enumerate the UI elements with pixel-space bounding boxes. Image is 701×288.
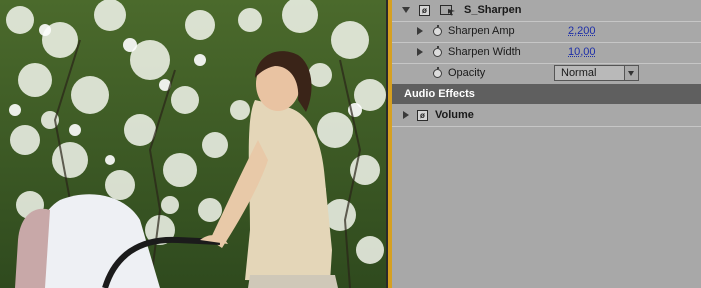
param-label: Sharpen Width <box>448 46 521 58</box>
param-value-sharpen-amp[interactable]: 2,200 <box>568 25 596 37</box>
section-title: Audio Effects <box>404 88 475 100</box>
expand-triangle-icon[interactable] <box>417 48 423 56</box>
collapse-triangle-icon[interactable] <box>402 7 410 13</box>
param-value-sharpen-width[interactable]: 10,00 <box>568 46 596 58</box>
param-label: Opacity <box>448 67 486 79</box>
video-frame <box>0 0 386 288</box>
dropdown-selected-value: Normal <box>561 67 597 79</box>
stopwatch-icon[interactable] <box>433 67 442 78</box>
param-row-opacity: Opacity <box>392 63 701 84</box>
effect-controls-panel: ø S_Sharpen Sharpen Amp 2,200 Sharpen Wi… <box>392 0 701 288</box>
param-row-sharpen-width: Sharpen Width 10,00 <box>392 42 701 64</box>
stopwatch-icon[interactable] <box>433 46 442 57</box>
effect-plugin-icon <box>440 5 455 16</box>
param-row-sharpen-amp: Sharpen Amp 2,200 <box>392 21 701 43</box>
chevron-down-icon[interactable] <box>624 66 638 80</box>
program-monitor <box>0 0 386 288</box>
expand-triangle-icon[interactable] <box>417 27 423 35</box>
stopwatch-icon[interactable] <box>433 25 442 36</box>
section-header-audio-effects: Audio Effects <box>392 84 701 104</box>
blend-mode-dropdown[interactable]: Normal <box>554 65 639 81</box>
expand-triangle-icon[interactable] <box>403 111 409 119</box>
effect-name: Volume <box>435 109 474 121</box>
fx-toggle-icon[interactable]: ø <box>419 5 430 16</box>
effect-name: S_Sharpen <box>464 4 522 16</box>
effect-header-volume[interactable]: ø Volume <box>392 105 701 127</box>
effect-header-s-sharpen[interactable]: ø S_Sharpen <box>392 0 701 22</box>
param-label: Sharpen Amp <box>448 25 515 37</box>
fx-toggle-icon[interactable]: ø <box>417 110 428 121</box>
